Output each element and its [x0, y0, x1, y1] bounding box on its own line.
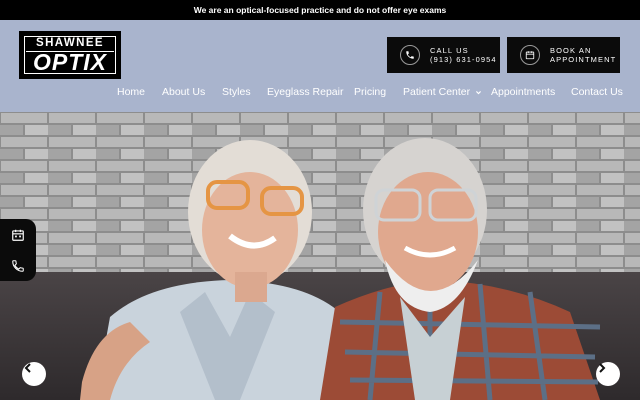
call-phone-number: (913) 631-0954: [430, 55, 497, 64]
nav-eyeglass-repair[interactable]: Eyeglass Repair: [267, 86, 343, 98]
nav-styles[interactable]: Styles: [222, 86, 251, 98]
chevron-down-icon: [476, 90, 482, 95]
call-us-button[interactable]: CALL US (913) 631-0954: [387, 37, 500, 73]
hero-banner: [0, 112, 640, 400]
hero-photo: [0, 112, 640, 400]
announcement-text: We are an optical-focused practice and d…: [193, 5, 447, 15]
phone-icon: [12, 259, 24, 272]
nav-about-us[interactable]: About Us: [162, 86, 205, 98]
chevron-left-icon: [24, 363, 31, 373]
shawnee-optix-logo[interactable]: SHAWNEE OPTIX: [19, 31, 121, 79]
nav-contact-us[interactable]: Contact Us: [571, 86, 623, 98]
nav-appointments[interactable]: Appointments: [491, 86, 555, 98]
book-line1: BOOK AN: [550, 45, 592, 55]
carousel-next-button[interactable]: [596, 362, 620, 386]
logo-line1: SHAWNEE: [36, 37, 104, 49]
main-nav: Home About Us Styles Eyeglass Repair Pri…: [0, 86, 640, 100]
book-line2: APPOINTMENT: [550, 55, 617, 64]
calendar-icon: [520, 45, 540, 65]
book-appointment-button[interactable]: BOOK AN APPOINTMENT: [507, 37, 620, 73]
nav-patient-center-label: Patient Center: [403, 86, 471, 98]
side-phone-button[interactable]: [0, 250, 36, 281]
phone-icon: [400, 45, 420, 65]
logo-line2: OPTIX: [32, 49, 107, 75]
carousel-prev-button[interactable]: [22, 362, 46, 386]
chevron-right-icon: [599, 363, 606, 373]
nav-pricing[interactable]: Pricing: [354, 86, 386, 98]
announcement-bar: We are an optical-focused practice and d…: [0, 0, 640, 20]
calendar-icon: [12, 229, 24, 241]
side-calendar-button[interactable]: [0, 219, 36, 250]
nav-home[interactable]: Home: [117, 86, 145, 98]
site-header: SHAWNEE OPTIX CALL US (913) 631-0954 BOO…: [0, 20, 640, 112]
call-line1: CALL US: [430, 45, 469, 55]
nav-patient-center[interactable]: Patient Center: [403, 86, 482, 98]
